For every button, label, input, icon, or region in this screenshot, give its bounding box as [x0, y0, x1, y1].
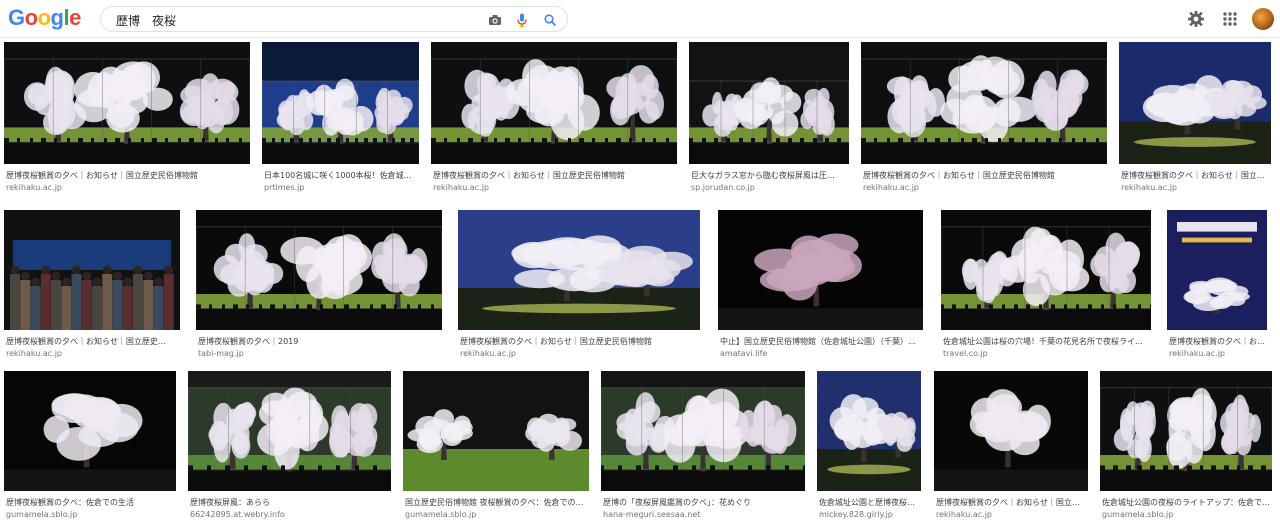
result-domain: prtimes.jp — [264, 183, 305, 192]
avatar[interactable] — [1252, 8, 1274, 30]
result-caption[interactable]: 佐倉城址公園は桜の穴場！千葉の花見名所で夜桜ライ… — [943, 337, 1151, 347]
result-thumbnail[interactable] — [196, 210, 442, 330]
google-logo[interactable]: Google — [8, 5, 81, 31]
result-thumbnail[interactable] — [4, 42, 250, 164]
result-thumbnail[interactable] — [262, 42, 419, 164]
header-bar: Google 歴博 夜桜 — [0, 0, 1280, 38]
result-domain: travel.co.jp — [943, 349, 988, 358]
result-thumbnail[interactable] — [861, 42, 1107, 164]
image-result[interactable]: 佐倉城址公園と歴博夜桜… mickey.828.girly.jp — [817, 371, 921, 529]
search-box[interactable]: 歴博 夜桜 — [100, 6, 568, 32]
image-result[interactable]: 歴博夜桜観賞の夕べ｜お知らせ｜国立歴史民俗博物館 rekihaku.ac.jp — [4, 42, 250, 202]
image-result[interactable]: 巨大なガラス窓から臨む夜桜屏風は圧… sp.jorudan.co.jp — [689, 42, 849, 202]
result-domain: rekihaku.ac.jp — [460, 349, 517, 358]
image-result[interactable]: 歴博夜桜観賞の夕べ｜2019 tabi-mag.jp — [196, 210, 442, 368]
image-result[interactable]: 歴博夜桜観賞の夕べ｜お知らせ｜国立歴史民俗博物館 rekihaku.ac.jp — [458, 210, 700, 368]
result-domain: rekihaku.ac.jp — [1121, 183, 1178, 192]
result-domain: amatavi.life — [720, 349, 768, 358]
result-thumbnail[interactable] — [941, 210, 1151, 330]
result-thumbnail[interactable] — [403, 371, 589, 491]
result-caption[interactable]: 歴博夜桜観賞の夕べ｜お知らせ｜国立… — [936, 498, 1088, 508]
image-result[interactable]: 中止】国立歴史民俗博物館（佐倉城址公園）（千葉）… amatavi.life — [718, 210, 923, 368]
result-thumbnail[interactable] — [458, 210, 700, 330]
microphone-icon[interactable] — [514, 12, 530, 28]
result-caption[interactable]: 歴博夜桜観賞の夕べ｜お知らせ｜国立歴史民俗博物館 — [433, 171, 677, 181]
result-thumbnail[interactable] — [817, 371, 921, 491]
gear-icon[interactable] — [1186, 9, 1206, 29]
result-caption[interactable]: 歴博夜桜観賞の夕べ｜お知らせ｜国立歴史民俗博物館 — [6, 171, 250, 181]
result-caption[interactable]: 歴博夜桜観賞の夕べ｜お知らせ｜国立歴史民俗博物館 — [460, 337, 700, 347]
result-domain: gumamela.sblo.jp — [405, 510, 477, 519]
result-domain: rekihaku.ac.jp — [6, 349, 63, 358]
image-results-grid: 歴博夜桜観賞の夕べ｜お知らせ｜国立歴史民俗博物館 rekihaku.ac.jp 日本… — [0, 38, 1280, 525]
result-thumbnail[interactable] — [431, 42, 677, 164]
result-caption[interactable]: 歴博夜桜観賞の夕べ｜お知らせ｜国立歴史… — [6, 337, 180, 347]
apps-grid-icon[interactable] — [1220, 9, 1240, 29]
image-result[interactable]: 歴博夜桜屏風：あらら 66242895.at.webry.info — [188, 371, 391, 529]
result-caption[interactable]: 佐倉城址公園と歴博夜桜… — [819, 498, 921, 508]
image-result[interactable]: 佐倉城址公園の夜桜のライトアップ：佐倉で… gumamela.sblo.jp — [1100, 371, 1272, 529]
result-domain: mickey.828.girly.jp — [819, 510, 893, 519]
result-domain: rekihaku.ac.jp — [6, 183, 63, 192]
result-thumbnail[interactable] — [1119, 42, 1271, 164]
image-result[interactable]: 佐倉城址公園は桜の穴場！千葉の花見名所で夜桜ライ… travel.co.jp — [941, 210, 1151, 368]
result-caption[interactable]: 歴博夜桜観賞の夕べ｜お… — [1169, 337, 1267, 347]
image-result[interactable]: 歴博夜桜観賞の夕べ｜お知らせ｜国立歴史民俗博物館 rekihaku.ac.jp — [431, 42, 677, 202]
result-domain: hana-meguri.seesaa.net — [603, 510, 701, 519]
result-thumbnail[interactable] — [1100, 371, 1272, 491]
result-domain: rekihaku.ac.jp — [936, 510, 993, 519]
result-domain: sp.jorudan.co.jp — [691, 183, 755, 192]
result-thumbnail[interactable] — [1167, 210, 1267, 330]
result-caption[interactable]: 巨大なガラス窓から臨む夜桜屏風は圧… — [691, 171, 849, 181]
image-result[interactable]: 歴博夜桜観賞の夕べ｜お知らせ｜国立… rekihaku.ac.jp — [934, 371, 1088, 529]
result-caption[interactable]: 国立歴史民俗博物館 夜桜観賞の夕べ：佐倉での… — [405, 498, 589, 508]
image-result[interactable]: 歴博夜桜観賞の夕べ｜お知らせ｜国立歴史民俗博物館 rekihaku.ac.jp — [861, 42, 1107, 202]
result-caption[interactable]: 歴博夜桜屏風：あらら — [190, 498, 391, 508]
result-domain: rekihaku.ac.jp — [863, 183, 920, 192]
result-thumbnail[interactable] — [188, 371, 391, 491]
result-thumbnail[interactable] — [689, 42, 849, 164]
result-caption[interactable]: 歴博夜桜観賞の夕べ｜お知らせ｜国立歴史民俗博物館 — [863, 171, 1107, 181]
result-domain: rekihaku.ac.jp — [433, 183, 490, 192]
result-domain: 66242895.at.webry.info — [190, 510, 285, 519]
image-result[interactable]: 歴博の「夜桜屏風鑑賞の夕べ」：花めぐり hana-meguri.seesaa.ne… — [601, 371, 805, 529]
result-caption[interactable]: 歴博夜桜観賞の夕べ｜2019 — [198, 337, 442, 347]
search-icon[interactable] — [542, 12, 558, 28]
result-domain: rekihaku.ac.jp — [1169, 349, 1226, 358]
image-result[interactable]: 歴博夜桜観賞の夕べ｜お知らせ｜国立歴史… rekihaku.ac.jp — [4, 210, 180, 368]
result-caption[interactable]: 歴博の「夜桜屏風鑑賞の夕べ」：花めぐり — [603, 498, 805, 508]
result-caption[interactable]: 佐倉城址公園の夜桜のライトアップ：佐倉で… — [1102, 498, 1272, 508]
result-caption[interactable]: 歴博夜桜観賞の夕べ｜お知らせ｜国立歴… — [1121, 171, 1271, 181]
result-caption[interactable]: 日本100名城に咲く1000本桜！佐倉城… — [264, 171, 419, 181]
result-domain: gumamela.sblo.jp — [1102, 510, 1174, 519]
result-caption[interactable]: 歴博夜桜観賞の夕べ：佐倉での生活 — [6, 498, 176, 508]
result-thumbnail[interactable] — [934, 371, 1088, 491]
result-domain: gumamela.sblo.jp — [6, 510, 78, 519]
result-thumbnail[interactable] — [601, 371, 805, 491]
image-result[interactable]: 日本100名城に咲く1000本桜！佐倉城… prtimes.jp — [262, 42, 419, 202]
image-result[interactable]: 歴博夜桜観賞の夕べ｜お知らせ｜国立歴… rekihaku.ac.jp — [1119, 42, 1271, 202]
result-thumbnail[interactable] — [718, 210, 923, 330]
result-domain: tabi-mag.jp — [198, 349, 244, 358]
result-thumbnail[interactable] — [4, 371, 176, 491]
image-result[interactable]: 国立歴史民俗博物館 夜桜観賞の夕べ：佐倉での… gumamela.sblo.jp — [403, 371, 589, 529]
camera-icon[interactable] — [487, 12, 503, 28]
result-caption[interactable]: 中止】国立歴史民俗博物館（佐倉城址公園）（千葉）… — [720, 337, 923, 347]
image-result[interactable]: 歴博夜桜観賞の夕べ｜お… rekihaku.ac.jp — [1167, 210, 1267, 368]
image-result[interactable]: 歴博夜桜観賞の夕べ：佐倉での生活 gumamela.sblo.jp — [4, 371, 176, 529]
search-input[interactable]: 歴博 夜桜 — [116, 12, 176, 29]
result-thumbnail[interactable] — [4, 210, 180, 330]
